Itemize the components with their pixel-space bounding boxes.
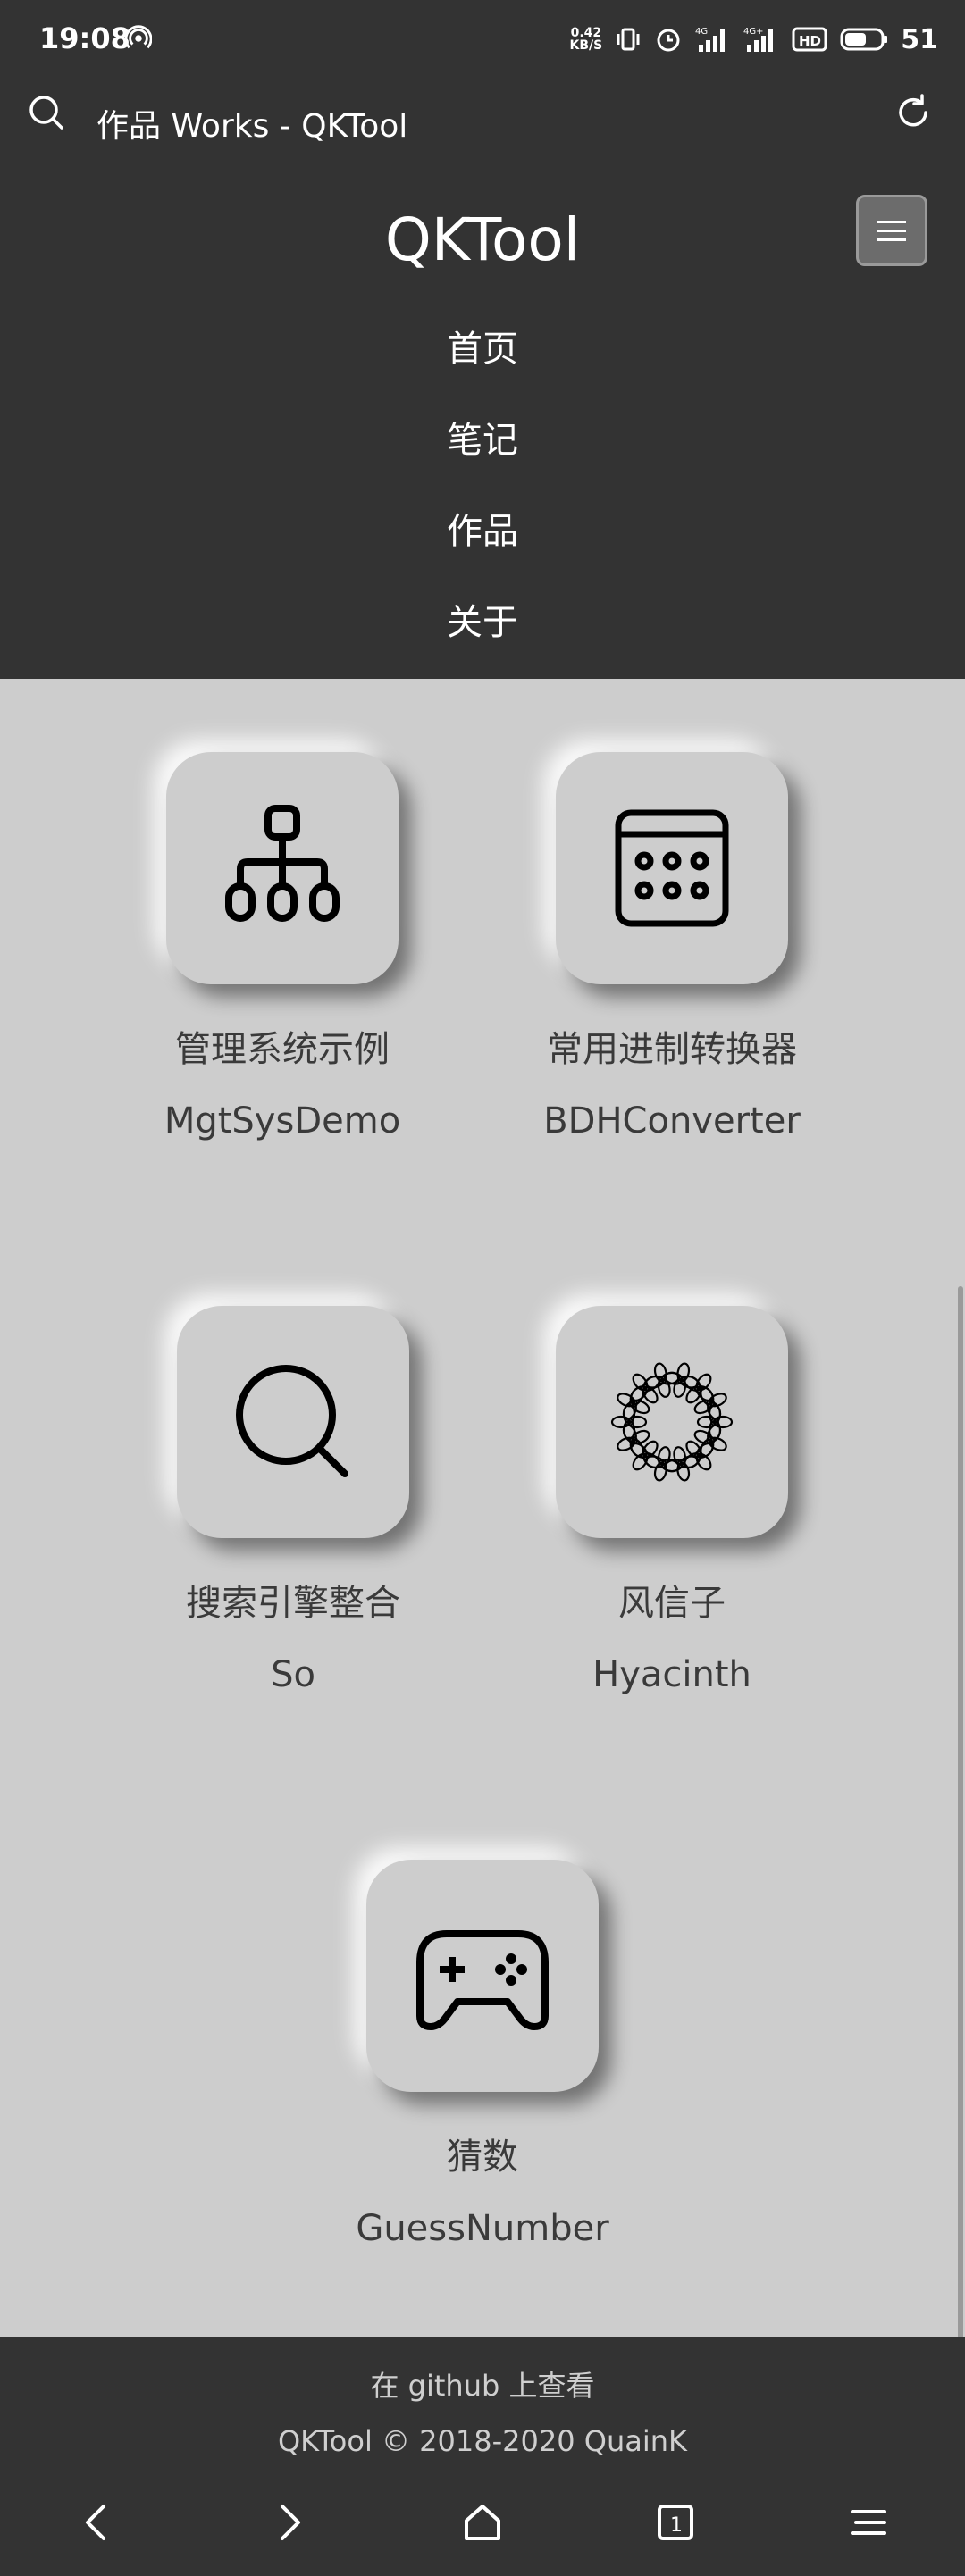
menu-toggle-button[interactable]	[856, 195, 927, 266]
hd-icon: HD	[792, 27, 827, 52]
work-tile[interactable]	[177, 1306, 409, 1538]
battery-icon	[840, 28, 888, 51]
site-footer: 在 github 上查看 QKTool © 2018-2020 QuainK	[0, 2337, 965, 2471]
work-title-cn: 管理系统示例	[175, 1029, 390, 1070]
hotspot-icon	[125, 25, 152, 49]
site-header: QKTool 首页 笔记 作品 关于	[0, 179, 965, 679]
svg-text:1: 1	[670, 2514, 683, 2537]
work-title-cn: 搜索引擎整合	[186, 1583, 400, 1624]
back-button[interactable]	[70, 2496, 123, 2549]
battery-level: 51	[901, 23, 938, 55]
hamburger-line	[877, 238, 906, 241]
browser-title-bar: 作品 Works - QKTool	[0, 80, 965, 179]
work-card-hyacinth[interactable]: 风信子 Hyacinth	[538, 1306, 806, 1697]
chevron-right-icon	[281, 2505, 300, 2540]
work-title-en: GuessNumber	[356, 2208, 609, 2249]
menu-button[interactable]	[842, 2496, 895, 2549]
status-bar: 19:08 0.42 KB/S 4G 4G+ HD 51	[0, 0, 965, 80]
work-tile[interactable]	[366, 1860, 599, 2092]
reload-icon[interactable]	[892, 91, 935, 134]
work-title-cn: 猜数	[447, 2137, 518, 2178]
tabs-icon: 1	[658, 2505, 693, 2540]
work-card-guessnumber[interactable]: 猜数 GuessNumber	[348, 1860, 617, 2251]
signal-4g-icon: 4G	[695, 27, 726, 52]
site-nav: 首页 笔记 作品 关于	[0, 313, 965, 677]
search-icon	[236, 1365, 348, 1477]
work-card-so[interactable]: 搜索引擎整合 So	[159, 1306, 427, 1697]
nav-item-about[interactable]: 关于	[0, 586, 965, 677]
chevron-left-icon	[86, 2505, 105, 2540]
nav-item-home[interactable]: 首页	[0, 313, 965, 404]
site-brand[interactable]: QKTool	[0, 205, 965, 274]
copyright-text: QKTool © 2018-2020 QuainK	[277, 2424, 687, 2458]
work-tile[interactable]	[556, 1306, 788, 1538]
work-title-cn: 常用进制转换器	[547, 1029, 797, 1070]
svg-text:HD: HD	[799, 33, 821, 49]
network-speed: 0.42 KB/S	[569, 26, 603, 53]
browser-bottom-bar: 1	[0, 2471, 965, 2576]
work-tile[interactable]	[556, 752, 788, 984]
svg-text:4G: 4G	[695, 27, 708, 37]
svg-text:4G+: 4G+	[743, 27, 764, 37]
search-icon[interactable]	[27, 93, 66, 132]
signal-4g-plus-icon: 4G+	[743, 27, 774, 52]
page-tab-title[interactable]: 作品 Works - QKTool	[96, 100, 407, 146]
hamburger-line	[877, 220, 906, 223]
work-card-bdhconverter[interactable]: 常用进制转换器 BDHConverter	[538, 752, 806, 1143]
page-scrollbar[interactable]	[958, 1286, 963, 2483]
nav-item-notes[interactable]: 笔记	[0, 404, 965, 495]
work-tile[interactable]	[166, 752, 399, 984]
hamburger-icon	[851, 2510, 886, 2535]
flower-icon	[610, 1362, 734, 1482]
work-title-en: MgtSysDemo	[164, 1100, 401, 1142]
sitemap-icon	[225, 805, 340, 922]
nav-item-works[interactable]: 作品	[0, 495, 965, 586]
work-title-cn: 风信子	[618, 1583, 726, 1624]
work-title-en: Hyacinth	[592, 1654, 751, 1695]
hamburger-line	[877, 229, 906, 232]
work-title-en: BDHConverter	[543, 1100, 801, 1142]
vibrate-icon	[617, 28, 640, 51]
home-icon	[465, 2505, 500, 2540]
home-button[interactable]	[456, 2496, 509, 2549]
work-card-mgtsysdemo[interactable]: 管理系统示例 MgtSysDemo	[148, 752, 416, 1143]
calculator-icon	[615, 809, 729, 927]
gamepad-icon	[416, 1930, 549, 2030]
tabs-button[interactable]: 1	[649, 2496, 702, 2549]
github-link[interactable]: 在 github 上查看	[0, 2363, 965, 2405]
alarm-icon	[657, 29, 680, 52]
work-title-en: So	[271, 1654, 315, 1695]
status-time: 19:08	[39, 21, 130, 55]
forward-button[interactable]	[263, 2496, 316, 2549]
